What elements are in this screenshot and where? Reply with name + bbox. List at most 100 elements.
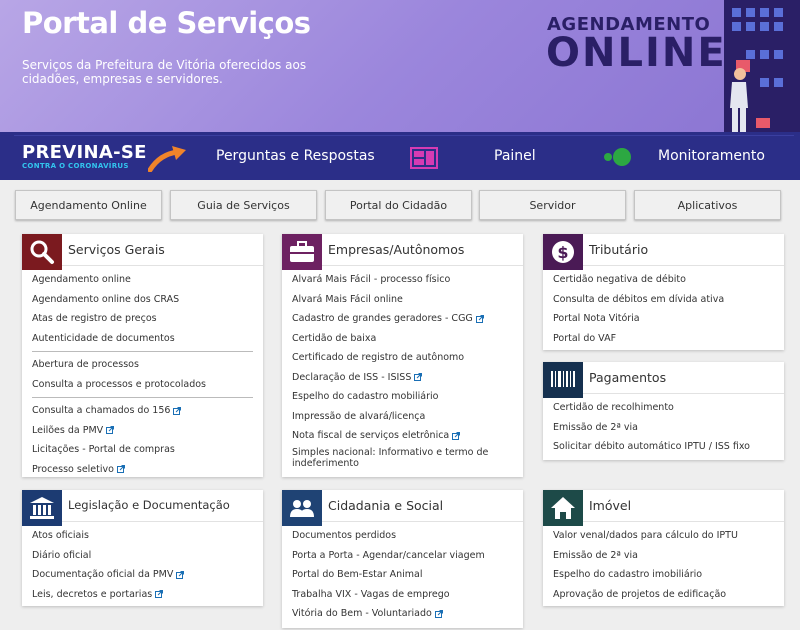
banner-line-2: ONLINE — [546, 30, 727, 76]
external-link-icon — [176, 570, 185, 579]
link-certidao-baixa[interactable]: Certidão de baixa — [292, 329, 513, 349]
strip-link-monitoramento[interactable]: Monitoramento — [658, 148, 765, 164]
link-certidao-negativa[interactable]: Certidão negativa de débito — [553, 270, 774, 290]
link-espelho-imobiliario[interactable]: Espelho do cadastro imobiliário — [553, 565, 774, 585]
agendamento-online-banner[interactable]: AGENDAMENTO ONLINE — [520, 0, 800, 132]
card-cidadania-social: Cidadania e Social Documentos perdidos P… — [282, 490, 523, 628]
card-title: Serviços Gerais — [68, 242, 165, 257]
link-label: Nota fiscal de serviços eletrônica — [292, 430, 450, 441]
painel-icon — [410, 147, 438, 169]
card-header: $ Tributário — [543, 234, 784, 270]
link-consulta-divida-ativa[interactable]: Consulta de débitos em dívida ativa — [553, 290, 774, 310]
card-title: Empresas/Autônomos — [328, 242, 465, 257]
portal-do-cidadao-button[interactable]: Portal do Cidadão — [325, 190, 472, 220]
card-header: Legislação e Documentação — [22, 490, 263, 526]
page-subtitle: Serviços da Prefeitura de Vitória oferec… — [22, 58, 307, 86]
agendamento-online-button[interactable]: Agendamento Online — [15, 190, 162, 220]
link-valor-venal[interactable]: Valor venal/dados para cálculo do IPTU — [553, 526, 774, 546]
divider — [32, 397, 253, 398]
link-agendamento-cras[interactable]: Agendamento online dos CRAS — [32, 290, 253, 310]
link-label: Leilões da PMV — [32, 424, 104, 436]
svg-text:$: $ — [557, 243, 568, 262]
dollar-icon: $ — [543, 234, 583, 270]
card-header: Serviços Gerais — [22, 234, 263, 270]
link-alvara-online[interactable]: Alvará Mais Fácil online — [292, 290, 513, 310]
monitoramento-icon — [604, 148, 631, 166]
link-porta-a-porta[interactable]: Porta a Porta - Agendar/cancelar viagem — [292, 546, 513, 566]
card-header: Pagamentos — [543, 362, 784, 398]
link-impressao-alvara[interactable]: Impressão de alvará/licença — [292, 407, 513, 427]
institution-icon — [22, 490, 62, 526]
link-trabalha-vix[interactable]: Trabalha VIX - Vagas de emprego — [292, 585, 513, 605]
link-espelho-mobiliario[interactable]: Espelho do cadastro mobiliário — [292, 387, 513, 407]
card-tributario: $ Tributário Certidão negativa de débito… — [543, 234, 784, 350]
link-processo-seletivo[interactable]: Processo seletivo — [32, 460, 253, 480]
card-title: Pagamentos — [589, 370, 667, 385]
card-title: Imóvel — [589, 498, 632, 513]
link-leiloes-pmv[interactable]: Leilões da PMV — [32, 421, 253, 441]
link-consulta-processos[interactable]: Consulta a processos e protocolados — [32, 375, 253, 395]
covid-strip-inner: PREVINA-SE CONTRA O CORONAVÍRUS Pergunta… — [14, 135, 794, 177]
link-alvara-fisico[interactable]: Alvará Mais Fácil - processo físico — [292, 270, 513, 290]
link-agendamento-online[interactable]: Agendamento online — [32, 270, 253, 290]
external-link-icon — [414, 373, 423, 381]
card-empresas-autonomos: Empresas/Autônomos Alvará Mais Fácil - p… — [282, 234, 523, 477]
link-simples-nacional[interactable]: Simples nacional: Informativo e termo de… — [292, 446, 513, 470]
house-icon — [543, 490, 583, 526]
guia-de-servicos-button[interactable]: Guia de Serviços — [170, 190, 317, 220]
link-certificado-autonomo[interactable]: Certificado de registro de autônomo — [292, 348, 513, 368]
search-icon — [22, 234, 62, 270]
arrow-icon — [148, 146, 186, 172]
card-title: Tributário — [589, 242, 649, 257]
link-nota-fiscal[interactable]: Nota fiscal de serviços eletrônica — [292, 426, 513, 446]
card-servicos-gerais: Serviços Gerais Agendamento online Agend… — [22, 234, 263, 477]
external-link-icon — [106, 426, 115, 434]
external-link-icon — [475, 314, 484, 323]
hero-banner: Portal de Serviços Serviços da Prefeitur… — [0, 0, 800, 132]
link-label: Declaração de ISS - ISISS — [292, 371, 412, 383]
link-label: Leis, decretos e portarias — [32, 588, 153, 600]
link-portal-vaf[interactable]: Portal do VAF — [553, 329, 774, 349]
servidor-button[interactable]: Servidor — [479, 190, 626, 220]
link-atos-oficiais[interactable]: Atos oficiais — [32, 526, 253, 546]
strip-link-perguntas[interactable]: Perguntas e Respostas — [216, 148, 375, 164]
link-emissao-2via-imovel[interactable]: Emissão de 2ª via — [553, 546, 774, 566]
aplicativos-button[interactable]: Aplicativos — [634, 190, 781, 220]
link-label: Cadastro de grandes geradores - CGG — [292, 313, 473, 324]
link-consulta-chamados-156[interactable]: Consulta a chamados do 156 — [32, 401, 253, 421]
link-vitoria-do-bem[interactable]: Vitória do Bem - Voluntariado — [292, 604, 513, 624]
link-licitacoes[interactable]: Licitações - Portal de compras — [32, 440, 253, 460]
link-portal-nota-vitoria[interactable]: Portal Nota Vitória — [553, 309, 774, 329]
link-bem-estar-animal[interactable]: Portal do Bem-Estar Animal — [292, 565, 513, 585]
page-title: Portal de Serviços — [22, 6, 311, 40]
link-debito-automatico[interactable]: Solicitar débito automático IPTU / ISS f… — [553, 437, 774, 457]
link-label: Processo seletivo — [32, 463, 114, 475]
briefcase-icon — [282, 234, 322, 270]
card-title: Legislação e Documentação — [68, 498, 230, 512]
card-pagamentos: Pagamentos Certidão de recolhimento Emis… — [543, 362, 784, 460]
previna-se-logo[interactable]: PREVINA-SE — [22, 142, 147, 163]
link-cadastro-cgg[interactable]: Cadastro de grandes geradores - CGG — [292, 309, 513, 329]
link-diario-oficial[interactable]: Diário oficial — [32, 546, 253, 566]
covid-strip: PREVINA-SE CONTRA O CORONAVÍRUS Pergunta… — [0, 132, 800, 180]
external-link-icon — [173, 406, 182, 415]
users-icon — [282, 490, 322, 526]
link-certidao-recolhimento[interactable]: Certidão de recolhimento — [553, 398, 774, 418]
external-link-icon — [452, 431, 461, 440]
external-link-icon — [434, 609, 443, 618]
barcode-icon — [543, 362, 583, 398]
external-link-icon — [116, 465, 125, 473]
card-legislacao: Legislação e Documentação Atos oficiais … — [22, 490, 263, 606]
card-header: Empresas/Autônomos — [282, 234, 523, 270]
external-link-icon — [155, 590, 164, 598]
link-documentacao-pmv[interactable]: Documentação oficial da PMV — [32, 565, 253, 585]
link-atas-registro-precos[interactable]: Atas de registro de preços — [32, 309, 253, 329]
link-documentos-perdidos[interactable]: Documentos perdidos — [292, 526, 513, 546]
strip-link-painel[interactable]: Painel — [494, 148, 536, 164]
link-aprovacao-projetos[interactable]: Aprovação de projetos de edificação — [553, 585, 774, 605]
link-declaracao-iss[interactable]: Declaração de ISS - ISISS — [292, 368, 513, 388]
link-leis-decretos[interactable]: Leis, decretos e portarias — [32, 585, 253, 605]
link-autenticidade-documentos[interactable]: Autenticidade de documentos — [32, 329, 253, 349]
link-abertura-processos[interactable]: Abertura de processos — [32, 355, 253, 375]
link-emissao-2via[interactable]: Emissão de 2ª via — [553, 418, 774, 438]
